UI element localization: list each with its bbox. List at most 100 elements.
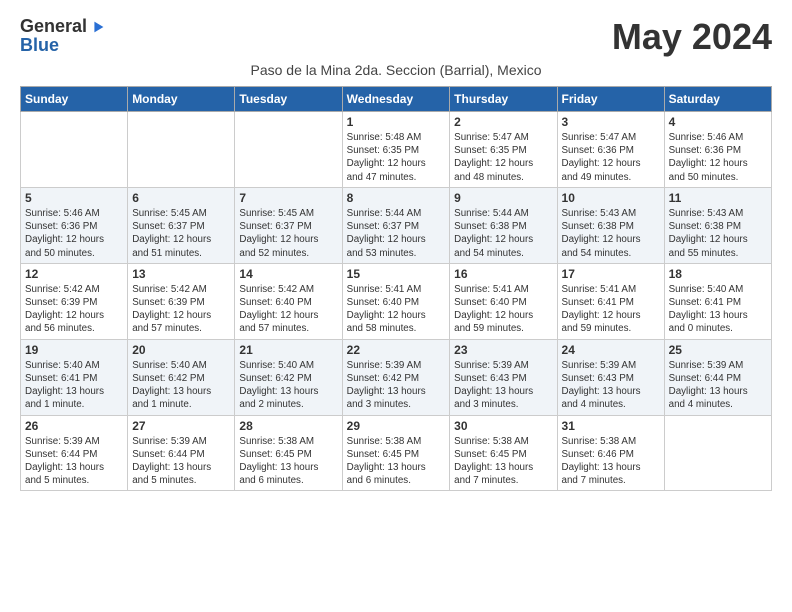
calendar-week-row: 12Sunrise: 5:42 AM Sunset: 6:39 PM Dayli… xyxy=(21,263,772,339)
calendar-cell: 20 Sunrise: 5:40 AM Sunset: 6:42 PM Dayli… xyxy=(128,339,235,415)
day-number: 14 xyxy=(239,267,337,281)
calendar-cell: 1Sunrise: 5:48 AM Sunset: 6:35 PM Daylig… xyxy=(342,112,450,188)
day-number: 23 xyxy=(454,343,552,357)
day-info: Sunrise: 5:39 AM Sunset: 6:43 PM Dayligh… xyxy=(562,359,660,412)
day-info: Sunrise: 5:41 AM Sunset: 6:41 PM Dayligh… xyxy=(562,283,660,336)
day-info: Sunrise: 5:43 AM Sunset: 6:38 PM Dayligh… xyxy=(562,207,660,260)
calendar-week-row: 5Sunrise: 5:46 AM Sunset: 6:36 PM Daylig… xyxy=(21,187,772,263)
day-number: 30 xyxy=(454,419,552,433)
day-info: Sunrise: 5:44 AM Sunset: 6:38 PM Dayligh… xyxy=(454,207,552,260)
day-info: Sunrise: 5:40 AM Sunset: 6:41 PM Dayligh… xyxy=(25,359,123,412)
day-number: 15 xyxy=(347,267,446,281)
day-info: Sunrise: 5:38 AM Sunset: 6:45 PM Dayligh… xyxy=(239,435,337,488)
day-info: Sunrise: 5:47 AM Sunset: 6:35 PM Dayligh… xyxy=(454,131,552,184)
day-number: 19 xyxy=(25,343,123,357)
day-info: Sunrise: 5:38 AM Sunset: 6:46 PM Dayligh… xyxy=(562,435,660,488)
month-title: May 2024 xyxy=(612,16,772,58)
calendar-cell xyxy=(235,112,342,188)
calendar-cell: 5Sunrise: 5:46 AM Sunset: 6:36 PM Daylig… xyxy=(21,187,128,263)
calendar-week-row: 1Sunrise: 5:48 AM Sunset: 6:35 PM Daylig… xyxy=(21,112,772,188)
day-number: 29 xyxy=(347,419,446,433)
calendar-cell: 17 Sunrise: 5:41 AM Sunset: 6:41 PM Dayli… xyxy=(557,263,664,339)
day-number: 3 xyxy=(562,115,660,129)
day-info: Sunrise: 5:48 AM Sunset: 6:35 PM Dayligh… xyxy=(347,131,446,184)
day-info: Sunrise: 5:41 AM Sunset: 6:40 PM Dayligh… xyxy=(454,283,552,336)
calendar-cell: 31 Sunrise: 5:38 AM Sunset: 6:46 PM Dayli… xyxy=(557,415,664,491)
day-info: Sunrise: 5:42 AM Sunset: 6:39 PM Dayligh… xyxy=(132,283,230,336)
day-info: Sunrise: 5:39 AM Sunset: 6:44 PM Dayligh… xyxy=(25,435,123,488)
day-info: Sunrise: 5:46 AM Sunset: 6:36 PM Dayligh… xyxy=(669,131,767,184)
logo-general: General xyxy=(20,16,87,37)
calendar-week-row: 19 Sunrise: 5:40 AM Sunset: 6:41 PM Dayli… xyxy=(21,339,772,415)
day-info: Sunrise: 5:44 AM Sunset: 6:37 PM Dayligh… xyxy=(347,207,446,260)
calendar-cell xyxy=(21,112,128,188)
calendar-cell: 26 Sunrise: 5:39 AM Sunset: 6:44 PM Dayli… xyxy=(21,415,128,491)
calendar-cell: 22 Sunrise: 5:39 AM Sunset: 6:42 PM Dayli… xyxy=(342,339,450,415)
day-info: Sunrise: 5:40 AM Sunset: 6:42 PM Dayligh… xyxy=(239,359,337,412)
calendar-cell: 9 Sunrise: 5:44 AM Sunset: 6:38 PM Daylig… xyxy=(450,187,557,263)
calendar-cell: 2 Sunrise: 5:47 AM Sunset: 6:35 PM Daylig… xyxy=(450,112,557,188)
day-number: 26 xyxy=(25,419,123,433)
calendar-cell: 15Sunrise: 5:41 AM Sunset: 6:40 PM Dayli… xyxy=(342,263,450,339)
day-number: 4 xyxy=(669,115,767,129)
day-number: 28 xyxy=(239,419,337,433)
calendar-cell: 7 Sunrise: 5:45 AM Sunset: 6:37 PM Daylig… xyxy=(235,187,342,263)
logo: General Blue xyxy=(20,16,107,56)
day-number: 22 xyxy=(347,343,446,357)
day-info: Sunrise: 5:39 AM Sunset: 6:43 PM Dayligh… xyxy=(454,359,552,412)
calendar-cell xyxy=(128,112,235,188)
calendar-cell: 14Sunrise: 5:42 AM Sunset: 6:40 PM Dayli… xyxy=(235,263,342,339)
day-info: Sunrise: 5:39 AM Sunset: 6:44 PM Dayligh… xyxy=(669,359,767,412)
day-number: 9 xyxy=(454,191,552,205)
day-info: Sunrise: 5:42 AM Sunset: 6:39 PM Dayligh… xyxy=(25,283,123,336)
day-number: 8 xyxy=(347,191,446,205)
day-info: Sunrise: 5:45 AM Sunset: 6:37 PM Dayligh… xyxy=(239,207,337,260)
day-number: 2 xyxy=(454,115,552,129)
day-info: Sunrise: 5:47 AM Sunset: 6:36 PM Dayligh… xyxy=(562,131,660,184)
day-info: Sunrise: 5:39 AM Sunset: 6:42 PM Dayligh… xyxy=(347,359,446,412)
calendar-cell: 3 Sunrise: 5:47 AM Sunset: 6:36 PM Daylig… xyxy=(557,112,664,188)
day-info: Sunrise: 5:39 AM Sunset: 6:44 PM Dayligh… xyxy=(132,435,230,488)
logo-blue: Blue xyxy=(20,35,107,56)
calendar-cell: 27 Sunrise: 5:39 AM Sunset: 6:44 PM Dayli… xyxy=(128,415,235,491)
calendar-cell: 6Sunrise: 5:45 AM Sunset: 6:37 PM Daylig… xyxy=(128,187,235,263)
day-number: 11 xyxy=(669,191,767,205)
day-number: 31 xyxy=(562,419,660,433)
day-number: 18 xyxy=(669,267,767,281)
day-info: Sunrise: 5:40 AM Sunset: 6:42 PM Dayligh… xyxy=(132,359,230,412)
calendar-header-wednesday: Wednesday xyxy=(342,87,450,112)
calendar-week-row: 26 Sunrise: 5:39 AM Sunset: 6:44 PM Dayli… xyxy=(21,415,772,491)
calendar-cell: 4 Sunrise: 5:46 AM Sunset: 6:36 PM Daylig… xyxy=(664,112,771,188)
day-number: 17 xyxy=(562,267,660,281)
day-info: Sunrise: 5:38 AM Sunset: 6:45 PM Dayligh… xyxy=(347,435,446,488)
calendar-cell: 18 Sunrise: 5:40 AM Sunset: 6:41 PM Dayli… xyxy=(664,263,771,339)
calendar-cell: 24Sunrise: 5:39 AM Sunset: 6:43 PM Dayli… xyxy=(557,339,664,415)
calendar-cell: 19 Sunrise: 5:40 AM Sunset: 6:41 PM Dayli… xyxy=(21,339,128,415)
day-info: Sunrise: 5:43 AM Sunset: 6:38 PM Dayligh… xyxy=(669,207,767,260)
calendar-cell: 28 Sunrise: 5:38 AM Sunset: 6:45 PM Dayli… xyxy=(235,415,342,491)
day-number: 7 xyxy=(239,191,337,205)
page-header: General Blue May 2024 xyxy=(20,16,772,58)
day-number: 13 xyxy=(132,267,230,281)
calendar-header-thursday: Thursday xyxy=(450,87,557,112)
day-number: 10 xyxy=(562,191,660,205)
subtitle: Paso de la Mina 2da. Seccion (Barrial), … xyxy=(20,62,772,78)
day-number: 21 xyxy=(239,343,337,357)
calendar-cell: 16Sunrise: 5:41 AM Sunset: 6:40 PM Dayli… xyxy=(450,263,557,339)
day-number: 6 xyxy=(132,191,230,205)
day-info: Sunrise: 5:46 AM Sunset: 6:36 PM Dayligh… xyxy=(25,207,123,260)
calendar-header-saturday: Saturday xyxy=(664,87,771,112)
calendar-header-sunday: Sunday xyxy=(21,87,128,112)
calendar-cell: 10 Sunrise: 5:43 AM Sunset: 6:38 PM Dayli… xyxy=(557,187,664,263)
logo-arrow-icon xyxy=(89,18,107,36)
day-number: 20 xyxy=(132,343,230,357)
calendar-cell: 11 Sunrise: 5:43 AM Sunset: 6:38 PM Dayli… xyxy=(664,187,771,263)
calendar-cell xyxy=(664,415,771,491)
calendar-cell: 25 Sunrise: 5:39 AM Sunset: 6:44 PM Dayli… xyxy=(664,339,771,415)
calendar-header-monday: Monday xyxy=(128,87,235,112)
day-number: 25 xyxy=(669,343,767,357)
day-info: Sunrise: 5:40 AM Sunset: 6:41 PM Dayligh… xyxy=(669,283,767,336)
calendar-header-friday: Friday xyxy=(557,87,664,112)
calendar-cell: 13 Sunrise: 5:42 AM Sunset: 6:39 PM Dayli… xyxy=(128,263,235,339)
day-number: 27 xyxy=(132,419,230,433)
